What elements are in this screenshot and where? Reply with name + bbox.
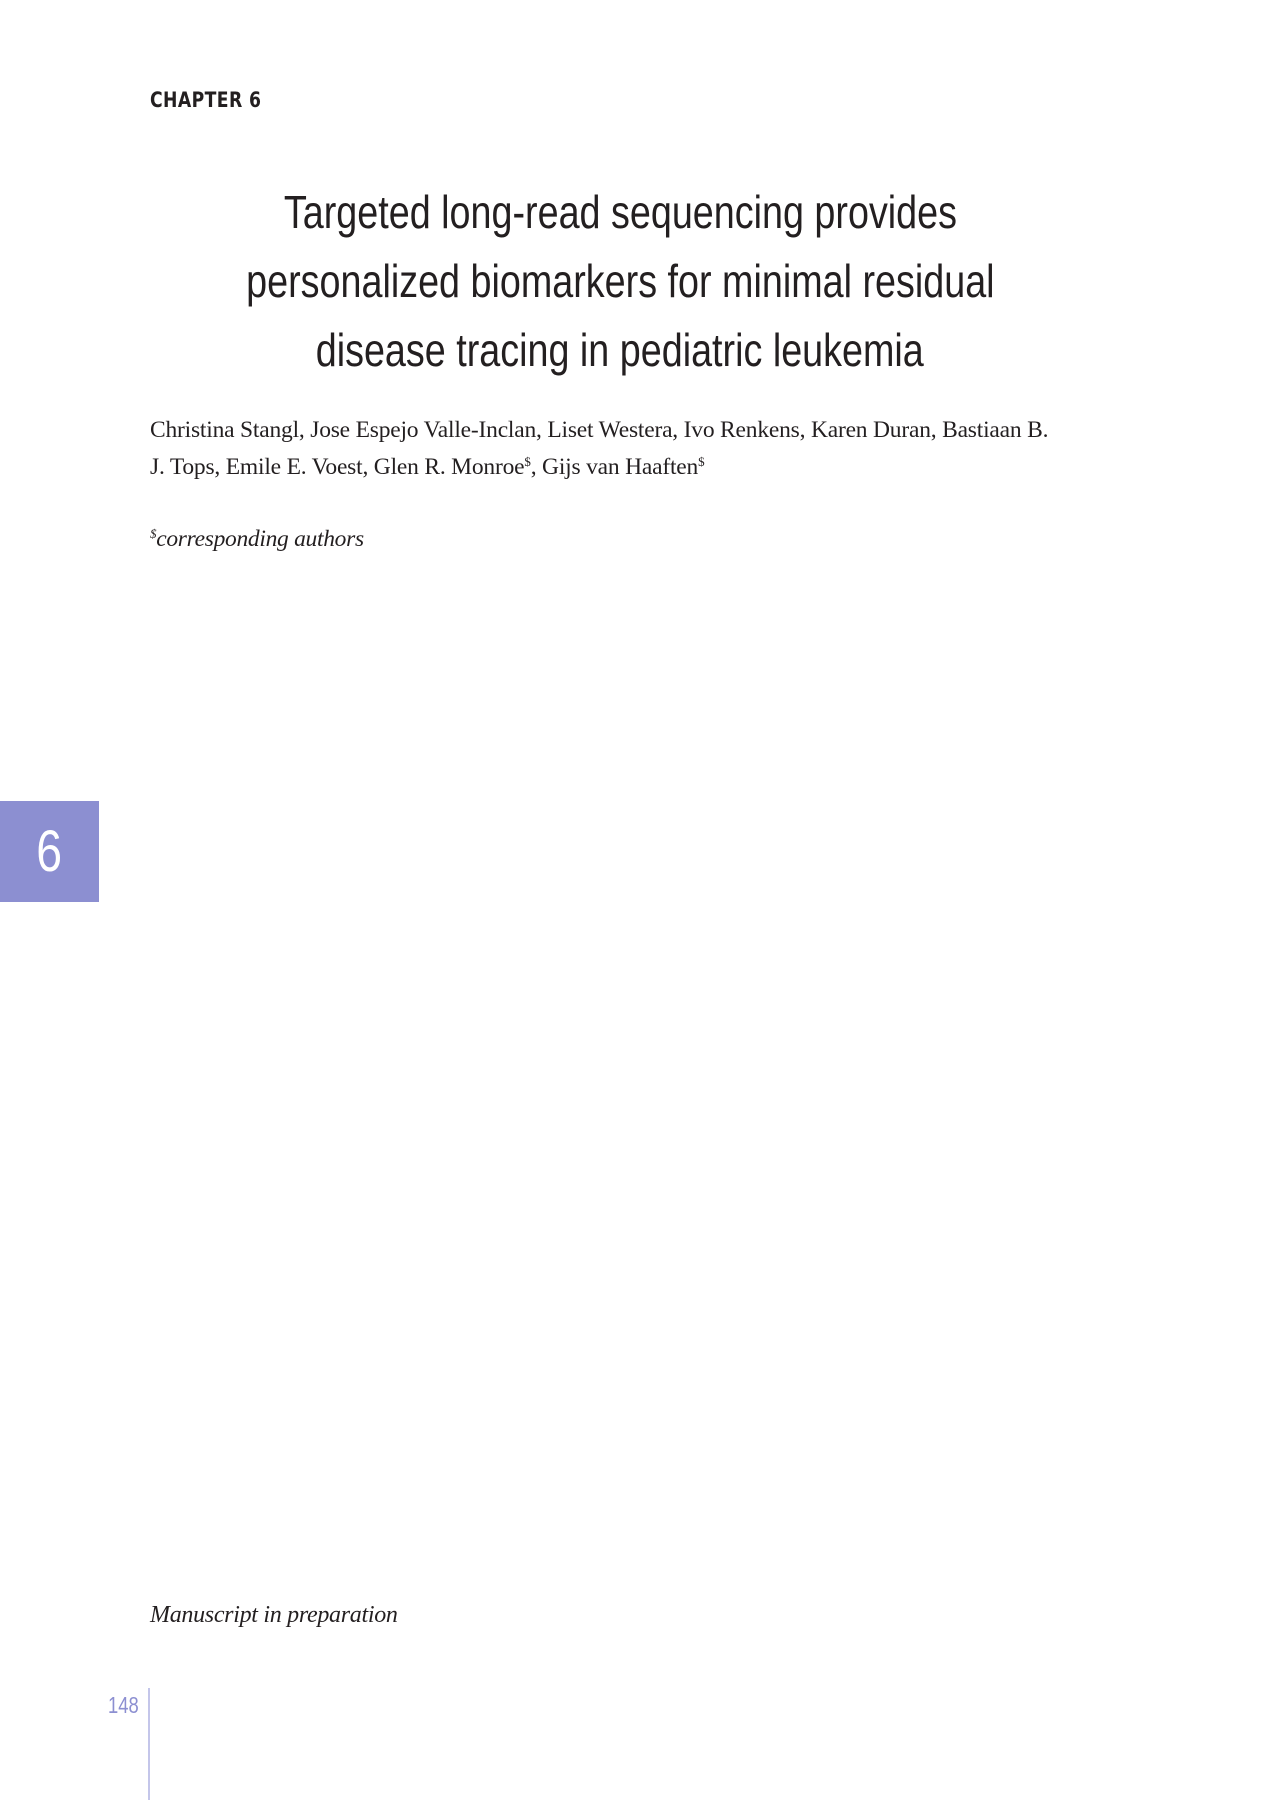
chapter-label: CHAPTER 6 xyxy=(150,88,262,112)
chapter-tab-number: 6 xyxy=(36,819,63,884)
title-line: disease tracing in pediatric leukemia xyxy=(315,324,925,376)
page-number: 148 xyxy=(108,1692,139,1718)
title-line: Targeted long-read sequencing provides xyxy=(283,186,957,238)
chapter-side-tab: 6 xyxy=(0,801,99,902)
corresponding-authors-note: $corresponding authors xyxy=(150,526,364,552)
title-line: personalized biomarkers for minimal resi… xyxy=(245,255,995,307)
manuscript-status: Manuscript in preparation xyxy=(150,1602,398,1628)
margin-rule xyxy=(148,1688,150,1800)
author-list: Christina Stangl, Jose Espejo Valle-Incl… xyxy=(150,412,1100,486)
article-title: Targeted long-read sequencing provides p… xyxy=(150,178,1090,385)
corresponding-mark: $ xyxy=(698,454,705,469)
author-list-line: Christina Stangl, Jose Espejo Valle-Incl… xyxy=(150,417,1049,443)
author-list-line: J. Tops, Emile E. Voest, Glen R. Monroe$… xyxy=(150,454,705,480)
